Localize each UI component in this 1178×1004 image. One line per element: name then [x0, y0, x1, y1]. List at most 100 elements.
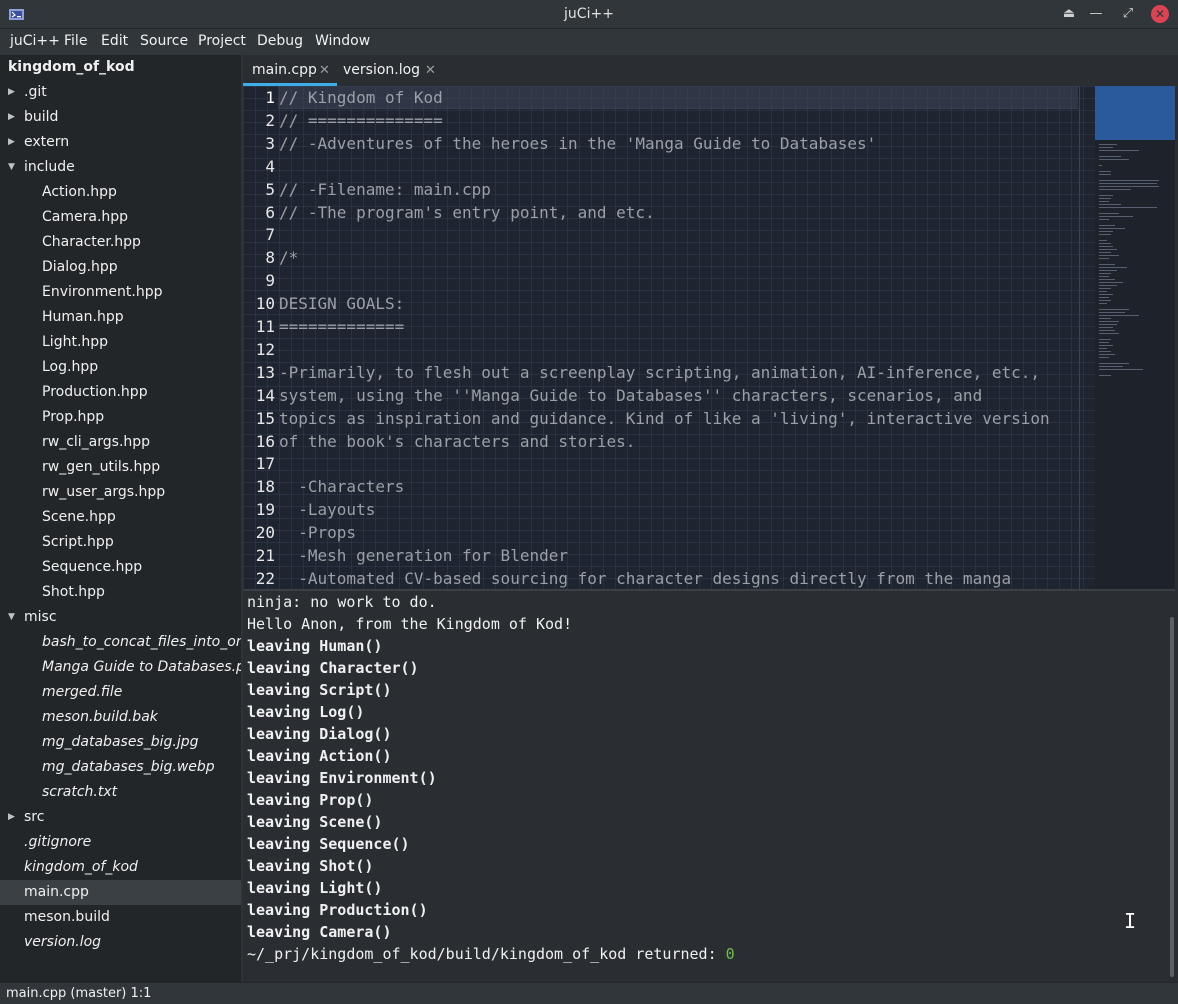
- menu-source[interactable]: Source: [140, 33, 188, 49]
- minimap-line: [1099, 312, 1125, 313]
- expanded-arrow-icon[interactable]: ▼: [8, 155, 15, 180]
- minimap-line: [1099, 243, 1111, 244]
- tree-file-version-log[interactable]: version.log: [0, 930, 241, 955]
- code-line: -Mesh generation for Blender: [279, 546, 568, 565]
- code-line: // ==============: [279, 111, 443, 130]
- tree-file-meson-build[interactable]: meson.build: [0, 905, 241, 930]
- minimap-line: [1099, 255, 1119, 256]
- terminal-line: leaving Shot(): [247, 857, 374, 875]
- tree-item-label: .gitignore: [24, 834, 92, 850]
- menu-debug[interactable]: Debug: [257, 33, 303, 49]
- code-editor[interactable]: 1 2 3 4 5 6 7 8 9 10 11 12 13 14 15 16 17 18 19 20 21 22 // K…: [243, 86, 1175, 589]
- tree-file-production-hpp[interactable]: Production.hpp: [0, 380, 241, 405]
- minimap-viewport[interactable]: [1095, 86, 1175, 140]
- project-tree: kingdom_of_kod ▶ .git ▶ build ▶ extern ▼ includ…: [0, 55, 241, 982]
- tree-file-sequence-hpp[interactable]: Sequence.hpp: [0, 555, 241, 580]
- code-line: topics as inspiration and guidance. Kind…: [279, 409, 1050, 428]
- terminal-line: leaving Light(): [247, 879, 383, 897]
- tree-file-mg-databases-big-jpg[interactable]: mg_databases_big.jpg: [0, 730, 241, 755]
- tree-file-script-hpp[interactable]: Script.hpp: [0, 530, 241, 555]
- line-number: 14: [255, 386, 275, 405]
- tree-item-label: Human.hpp: [42, 309, 124, 325]
- tab-version-log[interactable]: version.log ✕: [337, 55, 443, 86]
- tree-item-label: Environment.hpp: [42, 284, 163, 300]
- tree-item-label: mg_databases_big.webp: [42, 759, 215, 775]
- tree-file-scene-hpp[interactable]: Scene.hpp: [0, 505, 241, 530]
- minimize-button[interactable]: —: [1087, 5, 1105, 23]
- tab-label: main.cpp: [252, 62, 317, 78]
- title-bar: juCi++ ⏏ — ⤢ ✕: [0, 0, 1178, 29]
- tree-file-action-hpp[interactable]: Action.hpp: [0, 180, 241, 205]
- close-icon[interactable]: ✕: [425, 55, 436, 86]
- line-number: 3: [265, 134, 275, 153]
- tree-file-rw-user-args-hpp[interactable]: rw_user_args.hpp: [0, 480, 241, 505]
- line-number: 10: [255, 294, 275, 313]
- tree-file-mg-databases-big-webp[interactable]: mg_databases_big.webp: [0, 755, 241, 780]
- tree-file-meson-build-bak[interactable]: meson.build.bak: [0, 705, 241, 730]
- code-line: // -The program's entry point, and etc.: [279, 203, 655, 222]
- collapsed-arrow-icon[interactable]: ▶: [8, 130, 15, 155]
- keep-above-icon[interactable]: ⏏: [1060, 5, 1078, 23]
- collapsed-arrow-icon[interactable]: ▶: [8, 105, 15, 130]
- tree-file-main-cpp[interactable]: main.cpp: [0, 880, 241, 905]
- tree-file-rw-gen-utils-hpp[interactable]: rw_gen_utils.hpp: [0, 455, 241, 480]
- maximize-button[interactable]: ⤢: [1119, 5, 1137, 23]
- line-number: 9: [265, 271, 275, 290]
- tree-file-prop-hpp[interactable]: Prop.hpp: [0, 405, 241, 430]
- tab-main-cpp[interactable]: main.cpp ✕: [243, 55, 337, 86]
- tree-item-label: rw_gen_utils.hpp: [42, 459, 161, 475]
- minimap-line: [1099, 156, 1121, 157]
- tree-file-bash-to-concat-files-into-one[interactable]: bash_to_concat_files_into_one: [0, 630, 241, 655]
- menu-jucipp[interactable]: juCi++: [10, 33, 60, 49]
- tree-file-gitignore[interactable]: .gitignore: [0, 830, 241, 855]
- tree-item-label: version.log: [24, 934, 102, 950]
- tree-file-camera-hpp[interactable]: Camera.hpp: [0, 205, 241, 230]
- expanded-arrow-icon[interactable]: ▼: [8, 605, 15, 630]
- minimap-line: [1099, 294, 1113, 295]
- tree-file-kingdom-of-kod[interactable]: kingdom_of_kod: [0, 855, 241, 880]
- collapsed-arrow-icon[interactable]: ▶: [8, 805, 15, 830]
- line-number: 17: [255, 454, 275, 473]
- tree-file-rw-cli-args-hpp[interactable]: rw_cli_args.hpp: [0, 430, 241, 455]
- terminal-output[interactable]: ninja: no work to do. Hello Anon, from th…: [243, 591, 1175, 982]
- minimap-line: [1099, 267, 1127, 268]
- tree-file-character-hpp[interactable]: Character.hpp: [0, 230, 241, 255]
- menu-project[interactable]: Project: [198, 33, 246, 49]
- minimap-line: [1099, 204, 1121, 205]
- menu-window[interactable]: Window: [315, 33, 370, 49]
- tree-file-merged-file[interactable]: merged.file: [0, 680, 241, 705]
- tree-file-manga-guide-to-databases-pdf[interactable]: Manga Guide to Databases.pdf: [0, 655, 241, 680]
- tree-file-scratch-txt[interactable]: scratch.txt: [0, 780, 241, 805]
- tree-file-light-hpp[interactable]: Light.hpp: [0, 330, 241, 355]
- terminal-scrollbar[interactable]: [1170, 617, 1174, 977]
- tree-file-dialog-hpp[interactable]: Dialog.hpp: [0, 255, 241, 280]
- tree-item-label: include: [24, 159, 75, 175]
- tree-file-shot-hpp[interactable]: Shot.hpp: [0, 580, 241, 605]
- close-button[interactable]: ✕: [1151, 5, 1169, 23]
- tree-folder-git[interactable]: ▶ .git: [0, 80, 241, 105]
- tree-item-label: Dialog.hpp: [42, 259, 118, 275]
- return-text: ~/_prj/kingdom_of_kod/build/kingdom_of_k…: [247, 945, 726, 963]
- minimap[interactable]: [1095, 86, 1175, 589]
- tree-folder-src[interactable]: ▶ src: [0, 805, 241, 830]
- menu-file[interactable]: File: [64, 33, 87, 49]
- tree-folder-include[interactable]: ▼ include: [0, 155, 241, 180]
- tree-folder-extern[interactable]: ▶ extern: [0, 130, 241, 155]
- tree-folder-misc[interactable]: ▼ misc: [0, 605, 241, 630]
- tree-file-log-hpp[interactable]: Log.hpp: [0, 355, 241, 380]
- menu-edit[interactable]: Edit: [101, 33, 128, 49]
- minimap-line: [1099, 363, 1129, 364]
- close-icon[interactable]: ✕: [319, 55, 330, 86]
- terminal-line: leaving Production(): [247, 901, 428, 919]
- minimap-line: [1099, 357, 1109, 358]
- line-number: 1: [265, 88, 275, 107]
- tree-file-environment-hpp[interactable]: Environment.hpp: [0, 280, 241, 305]
- project-root-label: kingdom_of_kod: [8, 59, 135, 75]
- collapsed-arrow-icon[interactable]: ▶: [8, 80, 15, 105]
- tree-file-human-hpp[interactable]: Human.hpp: [0, 305, 241, 330]
- tree-item-label: Production.hpp: [42, 384, 148, 400]
- tree-folder-build[interactable]: ▶ build: [0, 105, 241, 130]
- minimap-line: [1099, 342, 1109, 343]
- project-root[interactable]: kingdom_of_kod: [0, 55, 241, 80]
- status-text: main.cpp (master) 1:1: [6, 986, 152, 1001]
